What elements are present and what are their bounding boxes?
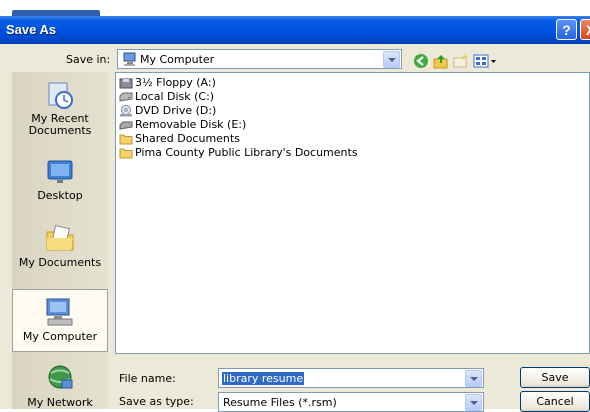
chevron-down-icon[interactable] bbox=[465, 370, 482, 387]
folder-icon bbox=[119, 148, 133, 159]
place-label: My Documents bbox=[18, 256, 102, 269]
computer-icon bbox=[46, 298, 73, 326]
list-item-label: Pima County Public Library's Documents bbox=[135, 146, 358, 159]
recent-documents-icon bbox=[48, 82, 73, 109]
title-bar[interactable]: Save As ? X bbox=[0, 16, 590, 44]
new-folder-icon[interactable] bbox=[453, 53, 469, 69]
list-item[interactable]: Local Disk (C:) bbox=[119, 90, 214, 104]
removable-disk-icon bbox=[119, 121, 133, 130]
help-button[interactable]: ? bbox=[556, 19, 577, 40]
list-item-label: DVD Drive (D:) bbox=[135, 104, 217, 117]
computer-icon bbox=[123, 52, 136, 66]
list-item-label: Shared Documents bbox=[135, 132, 240, 145]
place-my-computer[interactable]: My Computer bbox=[12, 289, 108, 352]
save-button[interactable]: Save bbox=[520, 367, 590, 388]
close-button[interactable]: X bbox=[580, 19, 590, 40]
list-item[interactable]: Removable Disk (E:) bbox=[119, 118, 246, 132]
up-folder-icon[interactable] bbox=[433, 53, 449, 69]
list-item-label: 3½ Floppy (A:) bbox=[135, 76, 216, 89]
desktop-icon bbox=[47, 160, 73, 183]
folder-icon bbox=[119, 134, 133, 145]
dvd-drive-icon bbox=[120, 105, 132, 117]
chevron-down-icon[interactable] bbox=[383, 51, 400, 68]
list-item-label: Local Disk (C:) bbox=[135, 90, 215, 103]
list-item-label: Removable Disk (E:) bbox=[135, 118, 247, 131]
place-my-documents[interactable]: My Documents bbox=[12, 222, 108, 277]
file-name-label: File name: bbox=[119, 372, 176, 385]
top-strip bbox=[0, 0, 590, 16]
save-as-type-label: Save as type: bbox=[119, 395, 194, 408]
list-item[interactable]: Shared Documents bbox=[119, 132, 240, 146]
back-icon[interactable] bbox=[413, 53, 429, 69]
file-list[interactable]: 3½ Floppy (A:) Local Disk (C:) DVD Drive… bbox=[115, 72, 590, 354]
place-desktop[interactable]: Desktop bbox=[12, 157, 108, 207]
hard-disk-icon bbox=[119, 92, 133, 102]
save-as-type-combo[interactable]: Resume Files (*.rsm) bbox=[218, 392, 484, 412]
list-item[interactable]: DVD Drive (D:) bbox=[119, 104, 216, 118]
save-in-label: Save in: bbox=[66, 53, 111, 66]
place-label: Desktop bbox=[37, 189, 83, 202]
my-documents-icon bbox=[46, 225, 74, 251]
save-in-combo[interactable]: My Computer bbox=[117, 49, 402, 69]
place-label: My Network bbox=[27, 396, 93, 409]
save-in-value: My Computer bbox=[140, 53, 215, 66]
save-as-dialog: Save in: My Computer My Recent Documents… bbox=[0, 44, 590, 412]
list-item[interactable]: Pima County Public Library's Documents bbox=[119, 146, 358, 160]
place-label: My Computer bbox=[22, 330, 98, 343]
place-my-network[interactable]: My Network bbox=[12, 364, 108, 409]
save-as-type-value: Resume Files (*.rsm) bbox=[223, 396, 337, 409]
place-my-recent-documents[interactable]: My Recent Documents bbox=[12, 80, 108, 142]
file-name-combo[interactable]: library resume bbox=[218, 368, 484, 388]
list-item[interactable]: 3½ Floppy (A:) bbox=[119, 76, 216, 90]
file-name-input[interactable]: library resume bbox=[222, 372, 305, 385]
floppy-drive-icon bbox=[119, 78, 133, 89]
views-menu-icon[interactable] bbox=[473, 53, 499, 69]
network-icon bbox=[48, 365, 73, 389]
places-bar: My Recent Documents Desktop My Documents bbox=[12, 72, 108, 409]
chevron-down-icon[interactable] bbox=[465, 394, 482, 411]
window-title: Save As bbox=[6, 22, 57, 37]
place-label: Documents bbox=[28, 124, 92, 137]
